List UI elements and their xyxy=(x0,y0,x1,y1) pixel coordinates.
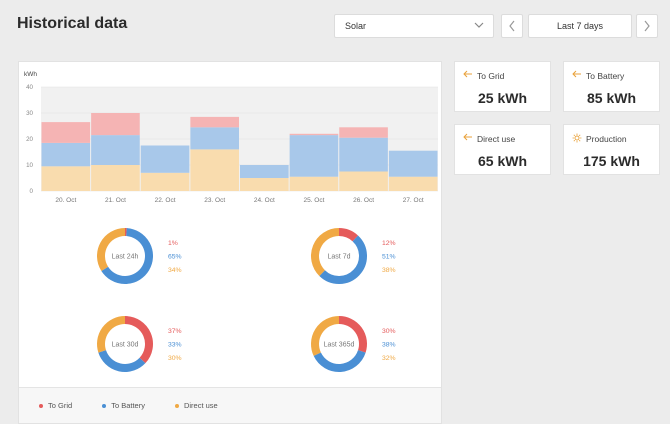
bar-segment xyxy=(190,127,239,150)
stat-card-to-battery: To Battery 85 kWh xyxy=(563,61,660,112)
y-tick-label: 0 xyxy=(30,188,34,195)
legend-item-direct: Direct use xyxy=(174,401,218,410)
chevron-left-icon xyxy=(509,20,515,32)
donut-percent-label: 34% xyxy=(168,267,182,274)
donut-percent-label: 38% xyxy=(382,267,396,274)
donut-segment xyxy=(97,228,126,271)
stat-label: To Grid xyxy=(477,71,505,81)
stat-value: 25 kWh xyxy=(477,90,527,106)
donut-segment xyxy=(313,349,366,372)
stat-card-production: Production 175 kWh xyxy=(563,124,660,175)
donut-percent-label: 12% xyxy=(382,240,396,247)
bar-segment xyxy=(240,165,289,178)
next-range-button[interactable] xyxy=(636,14,658,38)
donut-center-label: Last 24h xyxy=(112,254,139,261)
bar-segment xyxy=(339,127,388,138)
legend-item-battery: To Battery xyxy=(102,401,145,410)
donut-center-label: Last 365d xyxy=(324,342,355,349)
bar-segment xyxy=(190,149,239,191)
legend-label-battery: To Battery xyxy=(111,401,145,410)
stat-value: 175 kWh xyxy=(583,153,640,169)
chevron-right-icon xyxy=(644,20,650,32)
y-axis-label: kWh xyxy=(24,71,37,78)
bar-segment xyxy=(91,165,140,191)
bar-segment xyxy=(339,171,388,191)
y-tick-label: 40 xyxy=(26,84,33,91)
bar-chart: kWh 0 10 20 30 40 20. Oct 21. Oct 22. Oct 23. Oct… xyxy=(24,71,438,372)
chevron-down-icon xyxy=(474,22,484,28)
donut-percent-label: 38% xyxy=(382,342,396,349)
donut-percent-label: 37% xyxy=(168,328,182,335)
stat-label: Direct use xyxy=(477,134,516,144)
x-tick-label: 21. Oct xyxy=(105,197,126,204)
range-display[interactable]: Last 7 days xyxy=(528,14,632,38)
x-tick-label: 22. Oct xyxy=(155,197,176,204)
x-tick-label: 23. Oct xyxy=(204,197,225,204)
stat-label: To Battery xyxy=(586,71,625,81)
donut-center-label: Last 30d xyxy=(112,342,139,349)
donut-percent-label: 65% xyxy=(168,254,182,261)
chart-legend: To Grid To Battery Direct use xyxy=(19,387,441,423)
bar-segment xyxy=(41,142,91,167)
source-select[interactable]: Solar xyxy=(334,14,494,38)
bar-segment xyxy=(41,122,91,143)
donut-center-label: Last 7d xyxy=(328,254,351,261)
legend-item-grid: To Grid xyxy=(39,401,72,410)
legend-label-direct: Direct use xyxy=(183,401,218,410)
bar-segment xyxy=(339,137,388,172)
page-title: Historical data xyxy=(17,15,128,32)
bar-segment xyxy=(41,166,91,191)
chart-card: kWh 0 10 20 30 40 20. Oct 21. Oct 22. Oct 23. Oct… xyxy=(18,61,442,424)
donut-percent-label: 51% xyxy=(382,254,396,261)
donut-segment xyxy=(338,228,359,242)
legend-dot-direct xyxy=(174,403,179,408)
donut-segment xyxy=(98,349,146,372)
y-tick-label: 30 xyxy=(26,110,33,117)
arrow-left-icon xyxy=(463,133,473,144)
bar-segment xyxy=(289,133,339,136)
bar-segment xyxy=(140,145,190,173)
x-tick-label: 25. Oct xyxy=(303,197,324,204)
y-tick-label: 20 xyxy=(26,136,33,143)
stat-card-direct-use: Direct use 65 kWh xyxy=(454,124,551,175)
donut-percent-label: 30% xyxy=(382,328,396,335)
donut-percent-label: 30% xyxy=(168,355,182,362)
legend-dot-grid xyxy=(39,403,43,408)
bar-segment xyxy=(140,172,190,191)
x-tick-label: 24. Oct xyxy=(254,197,275,204)
x-tick-label: 27. Oct xyxy=(403,197,424,204)
stat-value: 85 kWh xyxy=(586,90,636,106)
bar-segment xyxy=(289,135,339,177)
sun-icon xyxy=(572,133,582,146)
legend-label-grid: To Grid xyxy=(48,401,73,410)
donut-percent-label: 32% xyxy=(382,355,396,362)
bar-segment xyxy=(240,178,289,191)
legend-dot-battery xyxy=(102,403,107,408)
bar-segment xyxy=(388,150,438,177)
donut-segment xyxy=(311,316,340,356)
arrow-left-icon xyxy=(572,70,582,81)
stat-card-to-grid: To Grid 25 kWh xyxy=(454,61,551,112)
x-tick-label: 26. Oct xyxy=(353,197,374,204)
bar-segment xyxy=(91,113,140,136)
donut-percent-label: 33% xyxy=(168,342,182,349)
arrow-left-icon xyxy=(463,70,473,81)
stat-value: 65 kWh xyxy=(477,153,527,169)
donut-segment xyxy=(124,316,153,364)
bar-segment xyxy=(190,116,239,128)
prev-range-button[interactable] xyxy=(501,14,523,38)
bar-segment xyxy=(289,176,339,191)
stat-label: Production xyxy=(586,134,627,144)
bar-segment xyxy=(91,135,140,165)
source-select-value: Solar xyxy=(345,21,367,31)
x-tick-label: 20. Oct xyxy=(55,197,76,204)
donut-percent-label: 1% xyxy=(168,240,178,247)
y-tick-label: 10 xyxy=(26,162,33,169)
bar-segment xyxy=(388,176,438,191)
